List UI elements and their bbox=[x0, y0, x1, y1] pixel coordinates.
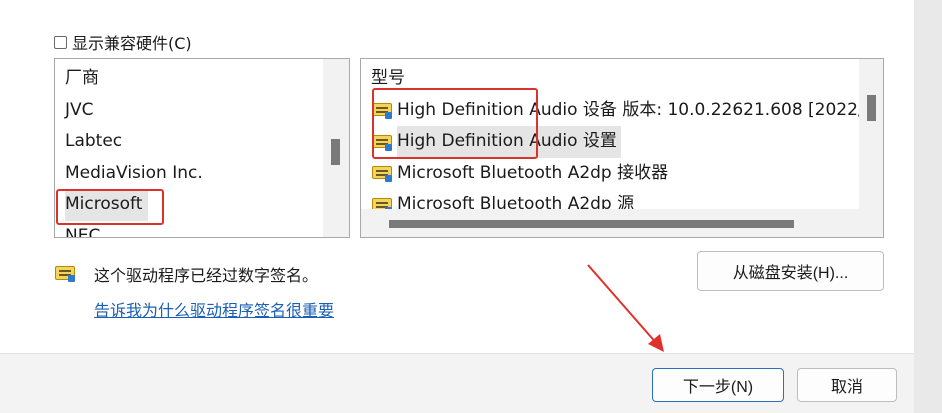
driver-install-dialog: 显示兼容硬件(C) 厂商 JVC Labtec MediaVision Inc.… bbox=[0, 0, 914, 413]
annotation-arrow-icon bbox=[587, 264, 664, 352]
